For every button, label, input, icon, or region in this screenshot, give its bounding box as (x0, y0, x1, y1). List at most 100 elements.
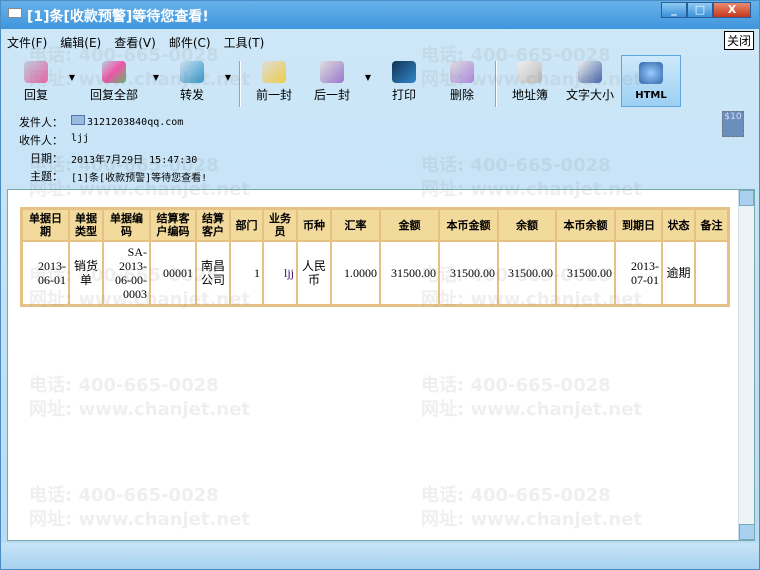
date-value: 2013年7月29日 15:47:30 (71, 155, 198, 166)
menu-mail[interactable]: 邮件(C) (169, 34, 211, 51)
subject-label: 主题： (30, 170, 63, 183)
reply-all-label: 回复全部 (89, 88, 138, 102)
column-header: 币种 (297, 209, 331, 241)
font-size-button[interactable]: 文字大小 (559, 55, 621, 107)
next-label: 后一封 (313, 88, 350, 102)
table-cell: 销货单 (69, 241, 103, 305)
menu-file[interactable]: 文件(F) (7, 34, 47, 51)
table-cell: 1.0000 (331, 241, 380, 305)
column-header: 本币余额 (556, 209, 615, 241)
previous-icon (262, 61, 286, 83)
scroll-down-button[interactable] (739, 524, 755, 540)
table-cell: 31500.00 (380, 241, 439, 305)
next-icon (320, 61, 344, 83)
close-tooltip: 关闭 (723, 31, 754, 50)
print-label: 打印 (391, 88, 416, 102)
address-book-label: 地址簿 (511, 88, 548, 102)
printer-icon (392, 61, 416, 83)
reply-all-icon (102, 61, 126, 83)
from-label: 发件人： (19, 116, 63, 129)
maximize-button[interactable]: □ (687, 2, 713, 18)
column-header: 备注 (695, 209, 728, 241)
vertical-scrollbar[interactable] (738, 190, 755, 540)
column-header: 状态 (662, 209, 695, 241)
subject-value: [1]条[收款预警]等待您查看! (71, 173, 208, 184)
menu-edit[interactable]: 编辑(E) (60, 34, 101, 51)
column-header: 汇率 (331, 209, 380, 241)
menu-bar: 文件(F) 编辑(E) 查看(V) 邮件(C) 工具(T) (7, 34, 264, 51)
font-size-label: 文字大小 (565, 88, 614, 102)
table-cell: 逾期 (662, 241, 695, 305)
delete-label: 删除 (449, 88, 474, 102)
table-cell: 00001 (150, 241, 196, 305)
next-dropdown[interactable]: ▼ (361, 55, 375, 82)
reply-all-button[interactable]: 回复全部 (79, 55, 149, 107)
address-book-icon (518, 61, 542, 83)
delete-button[interactable]: 删除 (433, 55, 491, 107)
column-header: 部门 (230, 209, 263, 241)
table-cell: 2013-06-01 (22, 241, 69, 305)
next-button[interactable]: 后一封 (303, 55, 361, 107)
window-title: [1]条[收款预警]等待您查看! (27, 9, 209, 25)
table-cell: 南昌公司 (196, 241, 230, 305)
column-header: 余额 (498, 209, 556, 241)
from-address[interactable]: 3121203840qq.com (87, 117, 183, 128)
html-button[interactable]: HTML (621, 55, 681, 107)
column-header: 单据日期 (22, 209, 69, 241)
from-value[interactable]: 3121203840qq.com (71, 115, 183, 128)
menu-tools[interactable]: 工具(T) (224, 34, 265, 51)
forward-icon (180, 61, 204, 83)
mail-window: [1]条[收款预警]等待您查看! _ □ X 关闭 文件(F) 编辑(E) 查看… (0, 0, 760, 570)
html-view-icon (639, 62, 663, 84)
column-header: 到期日 (615, 209, 662, 241)
message-body: 单据日期 单据类型 单据编码 结算客户编码 结算客户 部门 业务员 币种 汇率 金额 本币金额 余额本… (7, 189, 755, 541)
column-header: 结算客户编码 (150, 209, 196, 241)
delete-icon (450, 61, 474, 83)
previous-button[interactable]: 前一封 (245, 55, 303, 107)
print-button[interactable]: 打印 (375, 55, 433, 107)
column-header: 金额 (380, 209, 439, 241)
close-button[interactable]: X (713, 2, 751, 18)
envelope-icon (8, 8, 22, 18)
column-header: 业务员 (263, 209, 297, 241)
column-header: 单据编码 (103, 209, 150, 241)
reply-icon (24, 61, 48, 83)
reply-label: 回复 (23, 88, 48, 102)
forward-button[interactable]: 转发 (163, 55, 221, 107)
table-cell: SA-2013-06-00-0003 (103, 241, 150, 305)
reply-all-dropdown[interactable]: ▼ (149, 55, 163, 82)
to-value: ljj (71, 133, 90, 144)
column-header: 本币金额 (439, 209, 498, 241)
table-cell: ljj (263, 241, 297, 305)
menu-view[interactable]: 查看(V) (114, 34, 156, 51)
receivable-table: 单据日期 单据类型 单据编码 结算客户编码 结算客户 部门 业务员 币种 汇率 金额 本币金额 余额本… (20, 207, 730, 307)
date-label: 日期： (30, 152, 63, 165)
scroll-up-button[interactable] (739, 190, 754, 206)
column-header: 单据类型 (69, 209, 103, 241)
font-size-icon (578, 61, 602, 83)
table-cell: 1 (230, 241, 263, 305)
forward-label: 转发 (179, 88, 204, 102)
minimize-button[interactable]: _ (661, 2, 687, 18)
status-bar (1, 543, 759, 569)
to-label: 收件人： (19, 134, 63, 147)
table-cell: 31500.00 (439, 241, 498, 305)
html-label: HTML (635, 90, 667, 101)
stamp-icon: $10 (722, 111, 744, 137)
table-cell: 31500.00 (556, 241, 615, 305)
toolbar-separator (495, 61, 497, 107)
message-header: 发件人： 3121203840qq.com 收件人： ljj 日期： 2013年… (1, 111, 759, 187)
toolbar-separator (239, 61, 241, 107)
column-header: 结算客户 (196, 209, 230, 241)
table-cell: 人民币 (297, 241, 331, 305)
table-cell (695, 241, 728, 305)
table-cell: 31500.00 (498, 241, 556, 305)
contact-card-icon (71, 115, 85, 125)
address-book-button[interactable]: 地址簿 (501, 55, 559, 107)
reply-button[interactable]: 回复 (7, 55, 65, 107)
table-row: 2013-06-01 销货单 SA-2013-06-00-0003 00001 南昌公司… (22, 241, 728, 305)
forward-dropdown[interactable]: ▼ (221, 55, 235, 82)
table-cell: 2013-07-01 (615, 241, 662, 305)
reply-dropdown[interactable]: ▼ (65, 55, 79, 82)
toolbar: 回复 ▼ 回复全部 ▼ 转发 ▼ 前一封 后一封 ▼ 打印 删除 地址簿 文字大… (7, 55, 759, 108)
